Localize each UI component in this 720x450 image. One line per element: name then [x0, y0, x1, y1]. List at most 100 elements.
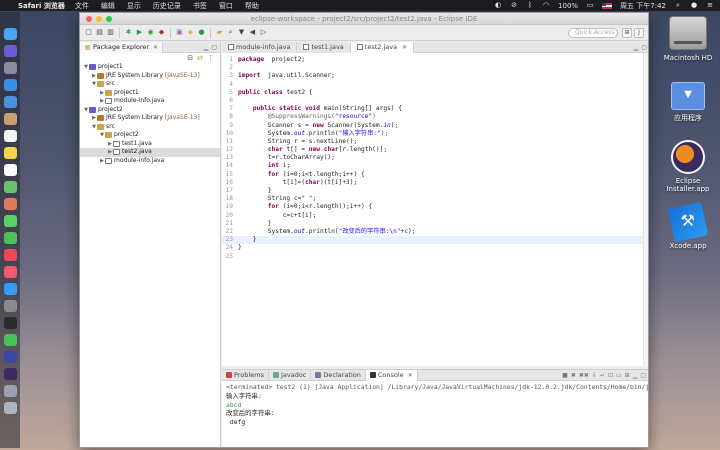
- tab-problems[interactable]: Problems: [222, 369, 269, 381]
- code-line[interactable]: 9 Scanner s = new Scanner(System. in);: [222, 122, 648, 130]
- menu-file[interactable]: 文件: [75, 1, 89, 11]
- word-wrap-icon[interactable]: ↵: [600, 372, 605, 379]
- input-source-flag-icon[interactable]: [602, 2, 613, 9]
- new-java-project-icon[interactable]: ▣: [175, 28, 184, 37]
- tab-package-explorer[interactable]: ▦ Package Explorer ✕: [80, 41, 164, 53]
- open-console-icon[interactable]: ⊞: [625, 372, 630, 379]
- tree-item[interactable]: ▶ module-info.java: [80, 157, 220, 166]
- photos-icon[interactable]: [3, 198, 17, 210]
- code-line[interactable]: 10 System. out .println("输入字符串:");: [222, 130, 648, 138]
- tree-item[interactable]: ▼ project1: [80, 63, 220, 72]
- tab-console[interactable]: Console ✕: [365, 369, 418, 381]
- tree-item[interactable]: ▶ test1.java: [80, 140, 220, 149]
- code-area[interactable]: 1 package project2; 2 3 import java.util.Sca…: [222, 53, 648, 261]
- code-line[interactable]: 1 package project2;: [222, 56, 648, 64]
- open-perspective-icon[interactable]: ⊞: [622, 28, 632, 38]
- calendar-icon[interactable]: [3, 130, 17, 142]
- menu-view[interactable]: 显示: [127, 1, 141, 11]
- trash-icon[interactable]: [3, 402, 17, 414]
- minimize-icon[interactable]: ▁: [634, 44, 639, 51]
- tree-item[interactable]: ▶ JRE System Library [JavaSE-13]: [80, 114, 220, 123]
- menu-history[interactable]: 历史记录: [153, 1, 181, 11]
- battery-icon[interactable]: ▭: [586, 2, 594, 9]
- messages-icon[interactable]: [3, 215, 17, 227]
- save-all-icon[interactable]: ▥: [106, 28, 115, 37]
- tree-item[interactable]: ▶ project1: [80, 89, 220, 98]
- code-line[interactable]: 18 String c= " ";: [222, 195, 648, 203]
- app-menu[interactable]: Safari 浏览器: [18, 1, 65, 11]
- siri-dock-icon[interactable]: [3, 45, 17, 57]
- editor-tab[interactable]: test1.java: [297, 41, 351, 53]
- new-package-icon[interactable]: ◈: [186, 28, 195, 37]
- system-preferences-icon[interactable]: [3, 300, 17, 312]
- notification-center-icon[interactable]: ≡: [706, 2, 714, 9]
- link-with-editor-icon[interactable]: ⇄: [197, 54, 203, 62]
- code-line[interactable]: 15 for (i=0;i<t.length;i++) {: [222, 171, 648, 179]
- new-class-icon[interactable]: ●: [197, 28, 206, 37]
- tree-item[interactable]: ▶ test2.java: [80, 148, 220, 157]
- terminal-icon[interactable]: [3, 317, 17, 329]
- terminate-icon[interactable]: ■: [562, 372, 568, 379]
- collapse-all-icon[interactable]: ⊟: [187, 54, 193, 62]
- coverage-icon[interactable]: ◉: [146, 28, 155, 37]
- java-perspective-icon[interactable]: J: [634, 28, 644, 38]
- forward-icon[interactable]: ▷: [259, 28, 268, 37]
- music-icon[interactable]: [3, 266, 17, 278]
- code-line[interactable]: 16 t[i]=(char)(t[i]+3);: [222, 179, 648, 187]
- code-line[interactable]: 13 t=r.toCharArray();: [222, 154, 648, 162]
- close-icon[interactable]: ✕: [408, 372, 413, 379]
- code-line[interactable]: 4: [222, 81, 648, 89]
- annotation-next-icon[interactable]: ▼: [237, 28, 246, 37]
- title-bar[interactable]: eclipse-workspace - project2/src/project…: [80, 13, 648, 25]
- external-tools-icon[interactable]: ◆: [157, 28, 166, 37]
- minimize-icon[interactable]: ▁: [204, 44, 209, 51]
- clock[interactable]: 周五 下午7:42: [620, 1, 666, 11]
- tab-javadoc[interactable]: Javadoc: [269, 369, 312, 381]
- code-line[interactable]: 6: [222, 97, 648, 105]
- safari-icon[interactable]: [3, 79, 17, 91]
- back-icon[interactable]: ◀: [248, 28, 257, 37]
- console-output[interactable]: <terminated> test2 (1) [Java Application…: [222, 381, 648, 429]
- maximize-icon[interactable]: ▢: [640, 372, 646, 379]
- editor-tab[interactable]: module-info.java: [222, 41, 298, 53]
- code-line[interactable]: 14 int i;: [222, 162, 648, 170]
- editor-tab[interactable]: test2.java ✕: [350, 41, 415, 53]
- contacts-icon[interactable]: [3, 113, 17, 125]
- close-icon[interactable]: ✕: [402, 44, 407, 51]
- maximize-icon[interactable]: ▢: [211, 44, 217, 51]
- open-type-icon[interactable]: ▰: [215, 28, 224, 37]
- tree-item[interactable]: ▼ src: [80, 80, 220, 89]
- bluetooth-icon[interactable]: ᛒ: [526, 2, 534, 9]
- menu-help[interactable]: 帮助: [245, 1, 259, 11]
- app-icon[interactable]: [3, 351, 17, 363]
- code-line[interactable]: 24}: [222, 244, 648, 252]
- code-line[interactable]: 5 public class test2 {: [222, 89, 648, 97]
- code-line[interactable]: 17 }: [222, 187, 648, 195]
- new-icon[interactable]: ▢: [84, 28, 93, 37]
- news-icon[interactable]: [3, 249, 17, 261]
- editor-scrollbar[interactable]: [643, 53, 648, 366]
- code-line[interactable]: 22 System. out .println("改变后的字符串:\n" +c);: [222, 228, 648, 236]
- scroll-lock-icon[interactable]: ⇩: [592, 372, 597, 379]
- wifi-icon[interactable]: ◠: [542, 2, 550, 9]
- mail-icon[interactable]: [3, 96, 17, 108]
- desktop-macintosh-hd[interactable]: Macintosh HD: [658, 16, 718, 63]
- facetime-icon[interactable]: [3, 232, 17, 244]
- save-icon[interactable]: ▤: [95, 28, 104, 37]
- view-menu-icon[interactable]: ⋮: [207, 54, 214, 62]
- remove-all-icon[interactable]: ✖✖: [579, 372, 589, 379]
- code-line[interactable]: 20 c=c+t[i];: [222, 212, 648, 220]
- app-store-icon[interactable]: [3, 283, 17, 295]
- maximize-icon[interactable]: ▢: [641, 44, 647, 51]
- code-line[interactable]: 19 for (i=0;i<r.length();i++) {: [222, 203, 648, 211]
- menu-bookmarks[interactable]: 书签: [193, 1, 207, 11]
- wechat-icon[interactable]: [3, 334, 17, 346]
- siri-icon[interactable]: ●: [690, 2, 698, 9]
- code-line[interactable]: 7 public static void main(String[] args)…: [222, 105, 648, 113]
- desktop-eclipse-installer[interactable]: Eclipse Installer.app: [658, 140, 718, 193]
- code-line[interactable]: 2: [222, 64, 648, 72]
- code-line[interactable]: 23 }: [222, 236, 648, 245]
- finder-icon[interactable]: [3, 28, 17, 40]
- tab-declaration[interactable]: Declaration: [311, 369, 366, 381]
- quick-access-field[interactable]: Quick Access: [568, 28, 618, 38]
